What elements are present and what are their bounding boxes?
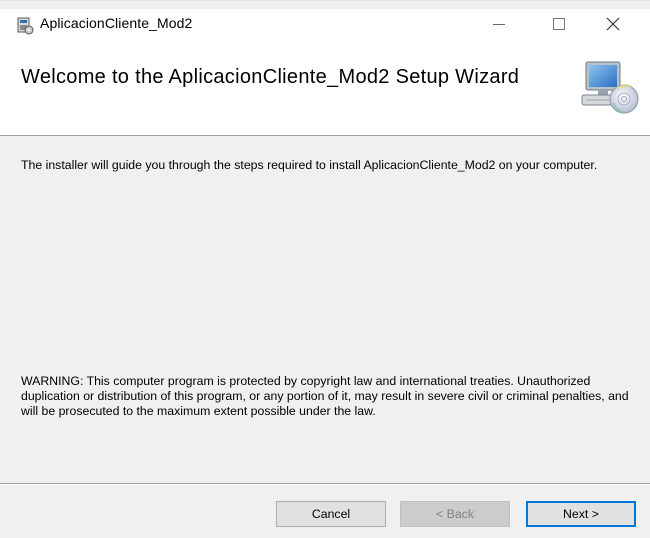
installer-window: AplicacionCliente_Mod2 Welcome to the Ap… <box>0 0 650 538</box>
cancel-button[interactable]: Cancel <box>276 501 386 527</box>
close-button[interactable] <box>590 9 636 39</box>
copyright-warning-text: WARNING: This computer program is protec… <box>21 374 629 418</box>
installer-app-icon <box>17 17 34 35</box>
minimize-button[interactable] <box>476 9 522 39</box>
maximize-icon <box>553 18 565 30</box>
close-icon <box>606 17 620 31</box>
footer-divider <box>0 483 650 485</box>
computer-cd-icon <box>581 61 639 114</box>
minimize-icon <box>493 23 505 25</box>
intro-text: The installer will guide you through the… <box>21 158 598 172</box>
maximize-button[interactable] <box>536 9 582 39</box>
next-button[interactable]: Next > <box>526 501 636 527</box>
wizard-header-banner: Welcome to the AplicacionCliente_Mod2 Se… <box>0 39 650 136</box>
window-title: AplicacionCliente_Mod2 <box>40 15 193 31</box>
page-title: Welcome to the AplicacionCliente_Mod2 Se… <box>21 66 520 88</box>
title-bar[interactable]: AplicacionCliente_Mod2 <box>0 9 650 39</box>
back-button[interactable]: < Back <box>400 501 510 527</box>
